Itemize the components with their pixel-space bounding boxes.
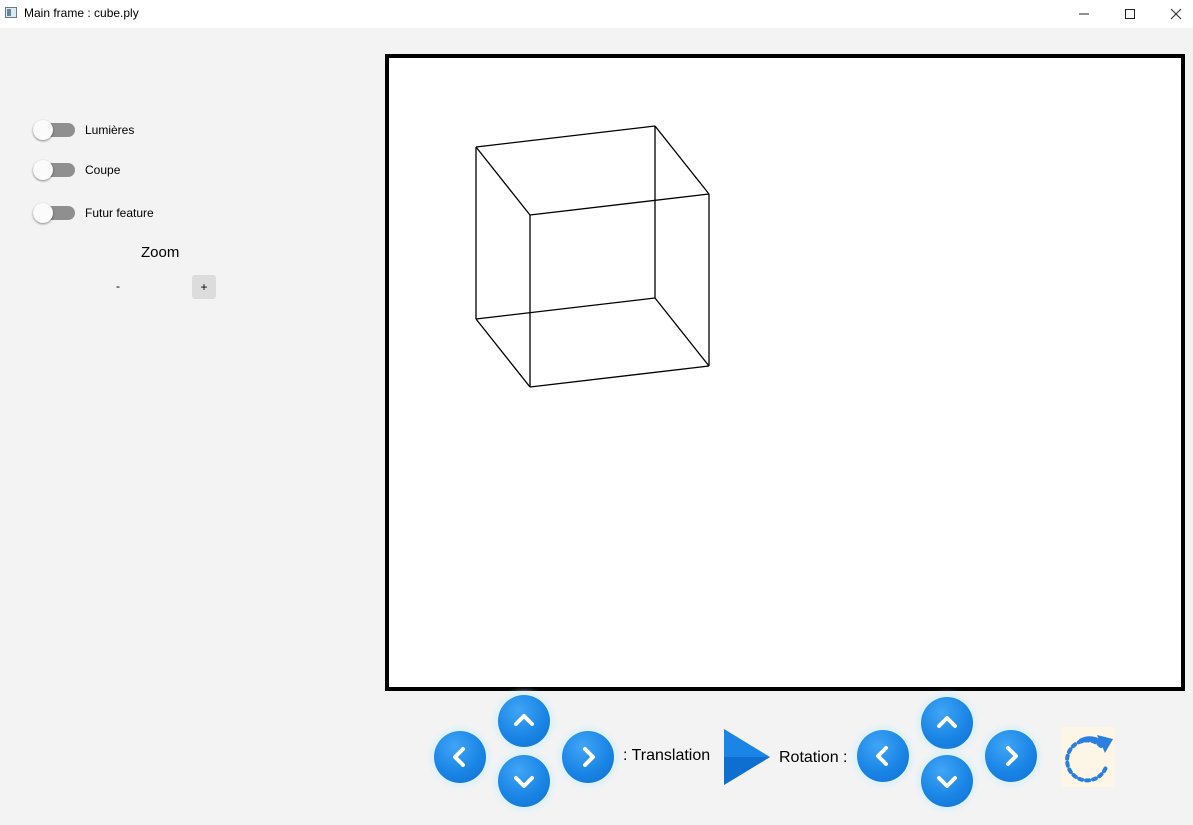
coupe-toggle[interactable]: [33, 160, 75, 180]
zoom-out-button[interactable]: -: [112, 279, 124, 293]
zoom-label: Zoom: [141, 244, 180, 261]
translate-right-button[interactable]: [562, 731, 614, 783]
cube-edge: [475, 318, 531, 388]
maximize-button[interactable]: [1107, 0, 1153, 28]
chevron-up-icon: [514, 714, 534, 726]
minimize-icon: [1079, 13, 1089, 15]
rotate-left-button[interactable]: [857, 730, 909, 782]
maximize-icon: [1125, 9, 1135, 19]
toggle-lumieres-row: Lumières: [33, 120, 135, 140]
toggle-knob: [33, 203, 53, 223]
futur-feature-label: Futur feature: [85, 206, 154, 220]
translate-left-button[interactable]: [434, 731, 486, 783]
play-icon[interactable]: [724, 729, 770, 785]
rotation-label: Rotation :: [779, 749, 848, 766]
coupe-label: Coupe: [85, 163, 121, 177]
chevron-right-icon: [1006, 746, 1018, 766]
cube-edge: [475, 146, 531, 216]
chevron-down-icon: [937, 776, 957, 788]
minimize-button[interactable]: [1061, 0, 1107, 28]
rotate-down-button[interactable]: [921, 755, 973, 807]
translation-label: : Translation: [623, 747, 711, 764]
app-window-icon: [5, 7, 17, 18]
lumieres-toggle[interactable]: [33, 120, 75, 140]
translate-up-button[interactable]: [498, 695, 550, 747]
cube-wireframe: [475, 125, 710, 388]
close-button[interactable]: [1153, 0, 1193, 28]
chevron-left-icon: [453, 747, 465, 767]
cube-edge: [475, 125, 656, 148]
translate-down-button[interactable]: [498, 755, 550, 807]
chevron-right-icon: [583, 747, 595, 767]
toggle-futur-feature-row: Futur feature: [33, 203, 154, 223]
chevron-left-icon: [876, 746, 888, 766]
window-title: Main frame : cube.ply: [24, 6, 139, 20]
cube-edge: [529, 365, 710, 388]
zoom-in-button[interactable]: +: [192, 275, 216, 299]
toggle-knob: [33, 120, 53, 140]
toggle-knob: [33, 160, 53, 180]
title-bar: Main frame : cube.ply: [0, 0, 1193, 28]
close-icon: [1170, 8, 1182, 20]
chevron-up-icon: [937, 716, 957, 728]
reset-rotation-icon: [1065, 735, 1113, 783]
cube-edge: [654, 297, 710, 367]
toggle-coupe-row: Coupe: [33, 160, 121, 180]
rotate-up-button[interactable]: [921, 697, 973, 749]
rotate-right-button[interactable]: [985, 730, 1037, 782]
lumieres-label: Lumières: [85, 123, 135, 137]
reset-rotation-button[interactable]: [1061, 727, 1115, 787]
futur-feature-toggle[interactable]: [33, 203, 75, 223]
cube-edge: [475, 297, 656, 320]
chevron-down-icon: [514, 776, 534, 788]
cube-edge: [529, 193, 710, 216]
3d-viewport[interactable]: [385, 54, 1185, 691]
cube-edge: [654, 125, 710, 195]
